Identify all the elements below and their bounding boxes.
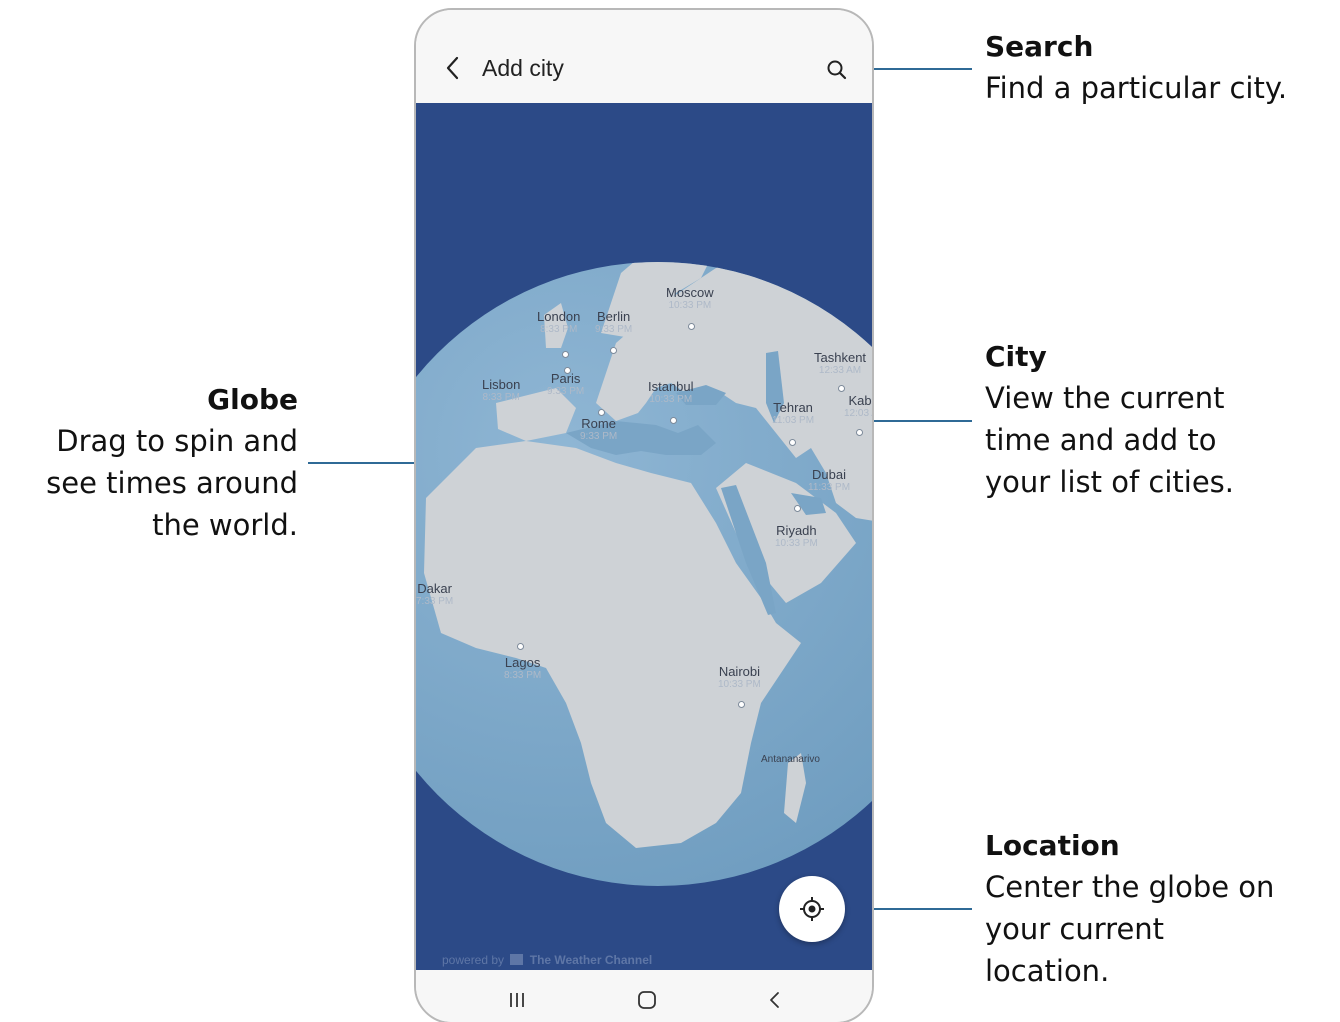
city-name: London	[537, 309, 581, 324]
city-marker[interactable]	[598, 409, 605, 416]
city-marker[interactable]	[610, 347, 617, 354]
city-time: 7:33 PM	[416, 596, 454, 607]
powered-by-text: powered by	[442, 953, 505, 967]
back-button[interactable]	[440, 53, 466, 83]
search-icon	[827, 60, 847, 80]
city-dubai[interactable]: Dubai 11:33 PM	[808, 467, 850, 493]
city-time: 9:33 PM	[580, 431, 618, 442]
powered-by-credit: powered by The Weather Channel	[442, 953, 652, 967]
city-time: 10:33 PM	[649, 394, 693, 405]
city-time: 8:33 PM	[540, 324, 578, 335]
city-marker[interactable]	[738, 701, 745, 708]
search-annotation-title: Search	[985, 30, 1094, 63]
city-name: Tashkent	[814, 350, 867, 365]
location-annotation-line-3: location.	[985, 954, 1110, 988]
city-name: Kabul	[848, 393, 873, 408]
city-annotation: City View the current time and add to yo…	[985, 337, 1234, 503]
city-paris[interactable]: Paris 9:33 PM	[547, 371, 584, 397]
city-time: 10:33 PM	[718, 679, 761, 690]
city-marker[interactable]	[856, 429, 863, 436]
city-name: Antananarivo	[761, 754, 820, 765]
chevron-left-icon	[446, 56, 459, 80]
search-annotation: Search Find a particular city.	[985, 27, 1287, 109]
city-marker[interactable]	[688, 323, 695, 330]
city-tehran[interactable]: Tehran 11:03 PM	[772, 400, 814, 426]
city-time: 12:03 AM	[844, 408, 872, 419]
system-nav-bar	[416, 970, 872, 1022]
home-button[interactable]	[635, 988, 659, 1012]
city-rome[interactable]: Rome 9:33 PM	[580, 416, 617, 442]
city-time: 10:33 PM	[775, 538, 818, 549]
app-bar: Add city	[416, 10, 872, 103]
city-dakar[interactable]: Dakar 7:33 PM	[416, 581, 453, 607]
city-name: Moscow	[666, 285, 714, 300]
city-name: Istanbul	[648, 379, 694, 394]
city-marker[interactable]	[562, 351, 569, 358]
city-name: Lisbon	[482, 377, 521, 392]
location-annotation: Location Center the globe on your curren…	[985, 826, 1274, 992]
back-icon	[770, 992, 779, 1008]
city-time: 8:33 PM	[482, 392, 520, 403]
city-antananarivo[interactable]: Antananarivo	[761, 754, 820, 765]
location-annotation-line-2: your current	[985, 912, 1165, 946]
page-title: Add city	[482, 55, 564, 81]
weather-channel-logo	[510, 954, 524, 965]
city-annotation-line-3: your list of cities.	[985, 465, 1235, 499]
location-annotation-title: Location	[985, 829, 1120, 862]
city-annotation-line-2: time and add to	[985, 423, 1217, 457]
city-name: Riyadh	[776, 523, 817, 538]
city-name: Dakar	[417, 581, 452, 596]
search-button[interactable]	[825, 58, 849, 82]
city-time: 10:33 PM	[668, 300, 712, 311]
city-name: Lagos	[504, 655, 541, 670]
city-marker[interactable]	[564, 367, 571, 374]
globe-annotation: Globe Drag to spin and see times around …	[0, 380, 298, 546]
globe-annotation-line-1: Drag to spin and	[56, 424, 298, 458]
city-marker[interactable]	[794, 505, 801, 512]
city-moscow[interactable]: Moscow 10:33 PM	[666, 285, 714, 311]
city-time: 12:33 AM	[818, 365, 862, 376]
recents-button[interactable]	[505, 988, 529, 1012]
globe-annotation-line-2: see times around	[46, 466, 298, 500]
city-name: Dubai	[812, 467, 847, 482]
location-button[interactable]	[779, 876, 845, 942]
nav-back-button[interactable]	[763, 988, 787, 1012]
city-time: 8:33 PM	[504, 670, 542, 681]
city-marker[interactable]	[517, 643, 524, 650]
city-kabul[interactable]: Kabul 12:03 AM	[844, 393, 872, 419]
city-name: Tehran	[773, 400, 813, 415]
city-name: Berlin	[597, 309, 631, 324]
brand-name: The Weather Channel	[529, 953, 653, 967]
recents-icon	[510, 993, 524, 1007]
location-annotation-line-1: Center the globe on	[985, 870, 1275, 904]
city-marker[interactable]	[838, 385, 845, 392]
phone-screen: Add city Moscow 10:33 PM London 8:33 PM …	[414, 8, 874, 1022]
globe-view[interactable]: Moscow 10:33 PM London 8:33 PM Berlin 9:…	[416, 103, 872, 970]
city-marker[interactable]	[670, 417, 677, 424]
city-london[interactable]: London 8:33 PM	[537, 309, 580, 335]
city-marker[interactable]	[789, 439, 796, 446]
globe-annotation-title: Globe	[207, 383, 298, 416]
city-berlin[interactable]: Berlin 9:33 PM	[595, 309, 632, 335]
city-leader-line	[860, 420, 972, 422]
city-riyadh[interactable]: Riyadh 10:33 PM	[775, 523, 818, 549]
city-time: 11:33 PM	[808, 482, 851, 493]
crosshair-icon	[800, 897, 824, 921]
city-time: 11:03 PM	[772, 415, 815, 426]
city-name: Rome	[581, 416, 616, 431]
city-nairobi[interactable]: Nairobi 10:33 PM	[718, 664, 761, 690]
city-lisbon[interactable]: Lisbon 8:33 PM	[482, 377, 520, 403]
globe-annotation-line-3: the world.	[152, 508, 298, 542]
city-time: 9:33 PM	[595, 324, 633, 335]
city-istanbul[interactable]: Istanbul 10:33 PM	[648, 379, 694, 405]
city-name: Nairobi	[718, 664, 760, 679]
city-time: 9:33 PM	[547, 386, 585, 397]
home-icon	[638, 991, 656, 1009]
city-tashkent[interactable]: Tashkent 12:33 AM	[814, 350, 866, 376]
search-annotation-text: Find a particular city.	[985, 71, 1288, 105]
city-annotation-line-1: View the current	[985, 381, 1225, 415]
city-lagos[interactable]: Lagos 8:33 PM	[504, 655, 541, 681]
city-annotation-title: City	[985, 340, 1047, 373]
